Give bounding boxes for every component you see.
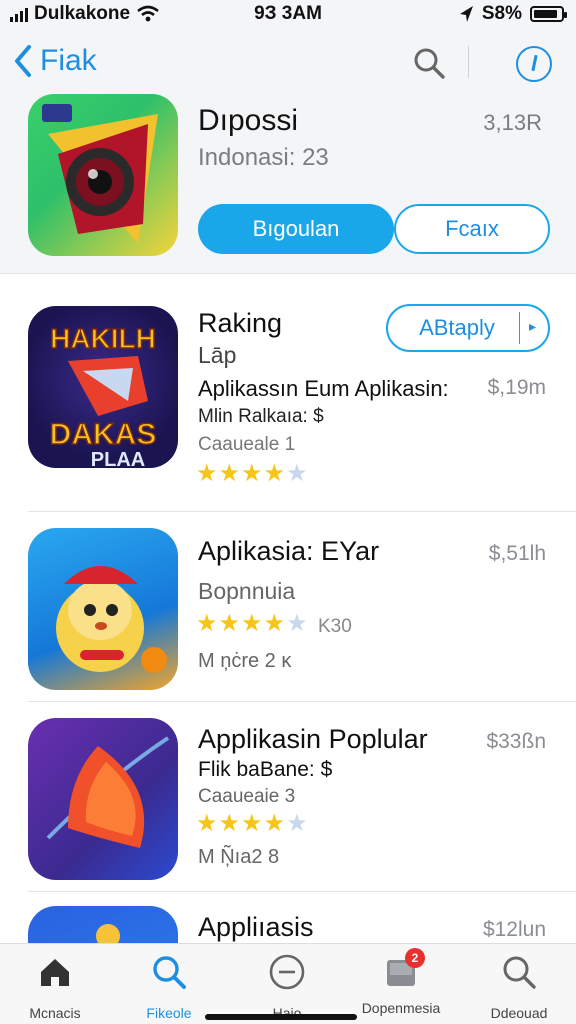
list-item[interactable]: Aplikasia: EYar Bopnnuia ★ ★ ★ ★ ★ K30 M ņċr… bbox=[0, 512, 576, 702]
list-item[interactable]: Appliıasis $12lun bbox=[0, 892, 576, 943]
inbox-icon: 2 bbox=[381, 948, 425, 992]
app-meta: Caaueaie 3 bbox=[198, 786, 296, 807]
status-bar: Dulkakone 9З 3ΑΜ S8% bbox=[0, 0, 576, 30]
star-filled-icon: ★ bbox=[196, 610, 218, 637]
icon-text-bot: PLAA bbox=[91, 449, 145, 468]
status-right: S8% bbox=[458, 3, 567, 25]
tab-label: Dopenmesia bbox=[361, 1000, 441, 1016]
app-title: Raking bbox=[198, 308, 283, 338]
star-filled-icon: ★ bbox=[196, 460, 218, 487]
app-size: M Ņ̃ıa2 8 bbox=[198, 846, 280, 868]
tab-label: Ddeouad bbox=[490, 1005, 548, 1021]
back-label: Fiak bbox=[40, 44, 97, 77]
rating-stars: ★ ★ ★ ★ ★ bbox=[196, 812, 308, 836]
notification-badge: 2 bbox=[405, 948, 425, 968]
list-item[interactable]: Applikasin Poplular Flik baBane: $ Caaue… bbox=[0, 702, 576, 892]
icon-text-top: HAKILH bbox=[50, 323, 156, 354]
star-filled-icon: ★ bbox=[218, 460, 241, 487]
star-filled-icon: ★ bbox=[218, 610, 241, 637]
chevron-right-icon: ▸ bbox=[528, 318, 536, 334]
search-icon bbox=[153, 956, 186, 989]
back-button[interactable]: Fiak bbox=[12, 44, 97, 78]
star-filled-icon: ★ bbox=[218, 810, 241, 837]
star-filled-icon: ★ bbox=[263, 460, 286, 487]
featured-size: 3,13R bbox=[483, 110, 542, 135]
icon-text-mid: DAKAS bbox=[50, 418, 157, 451]
app-price: $12lun bbox=[482, 918, 546, 941]
star-empty-icon: ★ bbox=[286, 810, 308, 837]
star-filled-icon: ★ bbox=[263, 610, 286, 637]
game-artwork: HAKILH DAKAS PLAA bbox=[49, 322, 157, 468]
location-arrow-icon bbox=[459, 6, 473, 22]
featured-secondary-button[interactable]: Fcaıx bbox=[394, 204, 550, 254]
app-icon[interactable] bbox=[28, 906, 178, 943]
mascot-app-icon[interactable] bbox=[28, 528, 178, 690]
tab-ddeouad[interactable]: Ddeouad bbox=[464, 952, 574, 1021]
app-meta: Caaueale 1 bbox=[198, 434, 296, 455]
star-filled-icon: ★ bbox=[241, 610, 263, 637]
search-icon bbox=[503, 956, 536, 989]
mascot-artwork bbox=[56, 566, 167, 673]
app-price: $,51lh bbox=[488, 542, 546, 565]
featured-title: Dıpossi bbox=[198, 104, 299, 137]
home-indicator[interactable] bbox=[205, 1014, 357, 1020]
account-icon[interactable] bbox=[516, 46, 552, 82]
rating-count: K30 bbox=[318, 616, 352, 637]
app-price: $33ßn bbox=[486, 730, 546, 753]
star-empty-icon: ★ bbox=[286, 460, 308, 487]
button-divider bbox=[519, 312, 520, 344]
featured-section: Fiak Dıpossi Indonasi: 23 3,13R Bıgoulan… bbox=[0, 30, 576, 274]
app-title: Aplikasia: EYar bbox=[198, 536, 380, 566]
search-icon[interactable] bbox=[410, 44, 448, 82]
tab-bar: Mcnacis Fikeole Haio 2 Dopenmesia Ddeoua bbox=[0, 943, 576, 1024]
tab-haio[interactable]: Haio bbox=[232, 952, 342, 1021]
battery-percent: S8% bbox=[481, 3, 522, 24]
home-icon bbox=[41, 959, 69, 986]
star-filled-icon: ★ bbox=[263, 810, 286, 837]
tab-search[interactable]: Fikeole bbox=[114, 952, 224, 1021]
featured-app-icon[interactable] bbox=[28, 94, 178, 256]
chevron-left-icon bbox=[15, 45, 31, 77]
featured-primary-button[interactable]: Bıgoulan bbox=[198, 204, 394, 254]
battery-fill bbox=[534, 10, 557, 18]
app-title: Appliıasis bbox=[198, 912, 314, 942]
app-developer: Flik baBane: $ bbox=[198, 758, 333, 781]
star-empty-icon: ★ bbox=[286, 610, 308, 637]
list-item[interactable]: HAKILH DAKAS PLAA Raking Lāp Aplikassın … bbox=[0, 274, 576, 512]
flame-artwork bbox=[46, 736, 170, 848]
streaming-app-icon[interactable] bbox=[28, 718, 178, 880]
star-filled-icon: ★ bbox=[241, 460, 263, 487]
star-filled-icon: ★ bbox=[196, 810, 218, 837]
app-price: $,19m bbox=[487, 376, 546, 399]
app-category: Bopnnuia bbox=[198, 578, 296, 604]
tab-inbox[interactable]: 2 Dopenmesia bbox=[346, 948, 456, 1016]
featured-subtitle: Indonasi: 23 bbox=[198, 144, 329, 171]
battery-icon bbox=[530, 6, 567, 22]
rating-stars: ★ ★ ★ ★ ★ bbox=[196, 462, 308, 486]
app-title: Applikasin Poplular bbox=[198, 724, 428, 754]
camera-icon bbox=[42, 104, 158, 244]
app-artwork bbox=[96, 924, 120, 943]
get-button-label: ABtaply bbox=[419, 315, 495, 340]
star-filled-icon: ★ bbox=[241, 810, 263, 837]
tab-home[interactable]: Mcnacis bbox=[0, 952, 110, 1021]
nav-divider bbox=[468, 46, 469, 78]
minus-circle-icon bbox=[269, 954, 305, 990]
app-description: Aplikassın Eum Aplikasin: bbox=[198, 376, 449, 401]
game-app-icon[interactable]: HAKILH DAKAS PLAA bbox=[28, 306, 178, 468]
app-meta: M ņċre 2 ĸ bbox=[198, 650, 292, 672]
get-button[interactable]: ABtaply ▸ bbox=[386, 304, 550, 352]
app-developer: Mlin Ralkaıa: $ bbox=[198, 406, 324, 427]
app-category: Lāp bbox=[198, 342, 237, 368]
rating-stars: ★ ★ ★ ★ ★ bbox=[196, 612, 308, 636]
tab-label: Mcnacis bbox=[29, 1005, 81, 1021]
